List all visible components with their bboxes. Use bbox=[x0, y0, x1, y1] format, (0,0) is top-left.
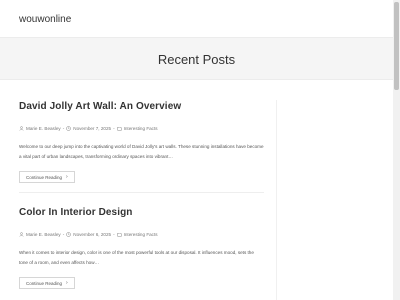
meta-separator: - bbox=[113, 126, 115, 131]
post-author-link[interactable]: Marie E. Beasley bbox=[26, 232, 61, 237]
site-title-link[interactable]: wouwonline bbox=[19, 14, 71, 25]
meta-separator: - bbox=[62, 232, 65, 237]
post-meta: Marie E. Beasley - November 6, 2025 - In… bbox=[19, 230, 264, 239]
page-header: Recent Posts bbox=[0, 38, 393, 80]
continue-reading-button[interactable]: Continue Reading › bbox=[19, 277, 75, 289]
page-title: Recent Posts bbox=[157, 52, 236, 67]
post-title-link[interactable]: David Jolly Art Wall: An Overview bbox=[19, 101, 264, 113]
post-card: Color In Interior Design Marie E. Beasle… bbox=[19, 207, 264, 290]
post-date: November 7, 2025 bbox=[73, 126, 112, 131]
scrollbar-thumb[interactable] bbox=[394, 2, 399, 90]
chevron-right-icon: › bbox=[66, 174, 68, 180]
post-date: November 6, 2025 bbox=[73, 232, 112, 237]
user-icon bbox=[19, 126, 24, 131]
post-excerpt: When it comes to interior design, color … bbox=[19, 250, 254, 265]
page-scrollbar[interactable] bbox=[393, 0, 400, 300]
post-card: David Jolly Art Wall: An Overview Marie … bbox=[19, 101, 264, 184]
post-title-link[interactable]: Color In Interior Design bbox=[19, 207, 264, 219]
post-excerpt: Welcome to our deep jump into the captiv… bbox=[19, 144, 264, 159]
posts-list: David Jolly Art Wall: An Overview Marie … bbox=[0, 80, 393, 300]
meta-separator: - bbox=[113, 232, 115, 237]
post-category-link[interactable]: Interesting Facts bbox=[124, 232, 158, 237]
sidebar-divider bbox=[276, 100, 277, 300]
continue-reading-button[interactable]: Continue Reading › bbox=[19, 171, 75, 183]
chevron-right-icon: › bbox=[66, 280, 68, 286]
post-category-link[interactable]: Interesting Facts bbox=[124, 126, 158, 131]
post-meta: Marie E. Beasley - November 7, 2025 - In… bbox=[19, 124, 264, 133]
meta-separator: - bbox=[62, 126, 65, 131]
clock-icon bbox=[66, 126, 72, 131]
folder-icon bbox=[116, 127, 122, 131]
continue-reading-label: Continue Reading bbox=[26, 174, 63, 180]
folder-icon bbox=[116, 233, 122, 237]
post-separator bbox=[19, 192, 264, 193]
post-author-link[interactable]: Marie E. Beasley bbox=[26, 126, 61, 131]
clock-icon bbox=[66, 232, 72, 237]
site-header: wouwonline bbox=[0, 0, 393, 38]
continue-reading-label: Continue Reading bbox=[26, 280, 63, 286]
user-icon bbox=[19, 232, 24, 237]
